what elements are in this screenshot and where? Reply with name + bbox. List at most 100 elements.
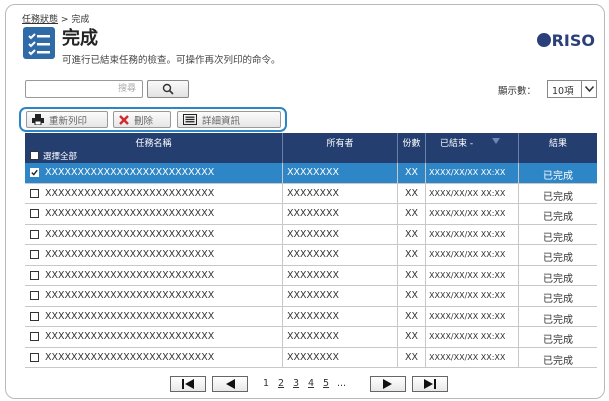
- owner-cell-text: XXXXXXXX: [287, 290, 340, 301]
- finished-cell: XXXX/XX/XX XX:XX: [426, 286, 519, 306]
- row-checkbox[interactable]: [30, 352, 39, 362]
- row-checkbox[interactable]: [30, 168, 39, 177]
- job-name-cell-text: XXXXXXXXXXXXXXXXXXXXXXXXXX: [45, 249, 215, 260]
- row-checkbox[interactable]: [30, 270, 39, 280]
- copies-cell: XX: [398, 306, 426, 326]
- job-name-cell: XXXXXXXXXXXXXXXXXXXXXXXXXX: [25, 224, 283, 244]
- table-row[interactable]: XXXXXXXXXXXXXXXXXXXXXXXXXX XXXXXXXX XX XXXX…: [25, 163, 597, 184]
- finished-cell-text: XXXX/XX/XX XX:XX: [429, 188, 506, 198]
- copies-cell: XX: [398, 163, 426, 183]
- job-name-cell: XXXXXXXXXXXXXXXXXXXXXXXXXX: [25, 183, 283, 203]
- table-row[interactable]: XXXXXXXXXXXXXXXXXXXXXXXXXX XXXXXXXX XX XXXX…: [25, 204, 597, 225]
- result-cell-text: 已完成: [543, 253, 573, 264]
- result-cell-text: 已完成: [543, 273, 573, 285]
- table-row[interactable]: XXXXXXXXXXXXXXXXXXXXXXXXXX XXXXXXXX XX XXXX…: [25, 265, 597, 286]
- owner-cell-text: XXXXXXXX: [287, 167, 340, 178]
- owner-cell: XXXXXXXX: [283, 224, 398, 244]
- page-number-link[interactable]: 3: [293, 378, 299, 389]
- last-page-icon: [424, 379, 436, 389]
- job-name-cell: XXXXXXXXXXXXXXXXXXXXXXXXXX: [25, 347, 283, 367]
- result-cell-text: 已完成: [543, 355, 573, 367]
- table-row[interactable]: XXXXXXXXXXXXXXXXXXXXXXXXXX XXXXXXXX XX XXXX…: [25, 347, 597, 368]
- next-page-button[interactable]: [370, 376, 406, 392]
- finished-cell: XXXX/XX/XX XX:XX: [426, 204, 519, 224]
- job-name-cell: XXXXXXXXXXXXXXXXXXXXXXXXXX: [25, 327, 283, 347]
- result-cell: 已完成: [519, 245, 597, 265]
- copies-cell: XX: [398, 265, 426, 285]
- result-cell-text: 已完成: [543, 232, 573, 244]
- prev-page-button[interactable]: [212, 376, 248, 392]
- header-finished-label: 已結束 -: [440, 139, 474, 149]
- result-cell: 已完成: [519, 307, 597, 327]
- row-checkbox[interactable]: [30, 250, 39, 259]
- page-title: 完成: [62, 28, 98, 49]
- header-copies[interactable]: 份數: [398, 133, 426, 163]
- owner-cell: XXXXXXXX: [283, 306, 398, 326]
- finished-cell-text: XXXX/XX/XX XX:XX: [429, 250, 506, 259]
- finished-cell-text: XXXX/XX/XX XX:XX: [429, 229, 506, 239]
- finished-cell-text: XXXX/XX/XX XX:XX: [429, 209, 506, 218]
- reprint-button[interactable]: 重新列印: [26, 111, 108, 128]
- row-checkbox[interactable]: [30, 209, 39, 218]
- finished-cell-text: XXXX/XX/XX XX:XX: [429, 332, 506, 341]
- table-row[interactable]: XXXXXXXXXXXXXXXXXXXXXXXXXX XXXXXXXX XX XXXX…: [25, 183, 597, 204]
- table-row[interactable]: XXXXXXXXXXXXXXXXXXXXXXXXXX XXXXXXXX XX XXXX…: [25, 327, 597, 348]
- breadcrumb-parent-link[interactable]: 任務狀態: [22, 15, 58, 25]
- owner-cell: XXXXXXXX: [283, 245, 398, 265]
- job-name-cell-text: XXXXXXXXXXXXXXXXXXXXXXXXXX: [45, 167, 215, 178]
- owner-cell: XXXXXXXX: [283, 265, 398, 285]
- copies-cell-text: XX: [404, 269, 419, 281]
- finished-cell: XXXX/XX/XX XX:XX: [426, 245, 519, 265]
- logo-mark-icon: [536, 33, 551, 47]
- select-all-checkbox[interactable]: [30, 151, 39, 160]
- page-number-link[interactable]: 2: [278, 378, 284, 389]
- job-name-cell: XXXXXXXXXXXXXXXXXXXXXXXXXX: [25, 245, 283, 265]
- job-name-cell: XXXXXXXXXXXXXXXXXXXXXXXXXX: [25, 265, 283, 285]
- page-number-link[interactable]: 5: [323, 378, 329, 389]
- details-button[interactable]: 詳細資訊: [177, 111, 281, 128]
- display-count-select[interactable]: 10項: [547, 80, 597, 98]
- search-button[interactable]: [147, 80, 189, 98]
- result-cell: 已完成: [519, 286, 597, 306]
- result-cell: 已完成: [519, 184, 597, 204]
- table-row[interactable]: XXXXXXXXXXXXXXXXXXXXXXXXXX XXXXXXXX XX XXXX…: [25, 224, 597, 245]
- delete-button[interactable]: 刪除: [113, 111, 171, 128]
- last-page-button[interactable]: [412, 376, 448, 392]
- row-checkbox[interactable]: [30, 291, 39, 300]
- header-result-label: 結果: [548, 139, 567, 149]
- search-input[interactable]: 搜尋: [25, 80, 143, 98]
- table-row[interactable]: XXXXXXXXXXXXXXXXXXXXXXXXXX XXXXXXXX XX XXXX…: [25, 306, 597, 327]
- finished-cell: XXXX/XX/XX XX:XX: [426, 306, 519, 326]
- page-number-link[interactable]: 4: [308, 378, 314, 389]
- result-cell: 已完成: [519, 225, 597, 245]
- row-checkbox[interactable]: [30, 332, 39, 341]
- row-checkbox[interactable]: [30, 229, 39, 239]
- finished-cell-text: XXXX/XX/XX XX:XX: [429, 291, 506, 300]
- header-result[interactable]: 結果: [519, 133, 597, 163]
- header-job-name: 任務名稱 選擇全部: [25, 133, 283, 163]
- reprint-label: 重新列印: [49, 115, 88, 127]
- finished-cell: XXXX/XX/XX XX:XX: [426, 347, 519, 367]
- job-name-cell: XXXXXXXXXXXXXXXXXXXXXXXXXX: [25, 204, 283, 224]
- job-name-cell-text: XXXXXXXXXXXXXXXXXXXXXXXXXX: [45, 269, 215, 281]
- table-row[interactable]: XXXXXXXXXXXXXXXXXXXXXXXXXX XXXXXXXX XX XXXX…: [25, 245, 597, 266]
- checkmark-icon: [31, 169, 38, 176]
- finished-cell-text: XXXX/XX/XX XX:XX: [429, 352, 506, 362]
- prev-page-icon: [226, 379, 235, 389]
- select-all-label: 選擇全部: [43, 152, 78, 162]
- first-page-button[interactable]: [170, 376, 206, 392]
- finished-cell-text: XXXX/XX/XX XX:XX: [429, 168, 506, 177]
- chevron-down-icon: [581, 81, 596, 97]
- row-checkbox[interactable]: [30, 311, 39, 321]
- owner-cell: XXXXXXXX: [283, 204, 398, 224]
- delete-x-icon: [119, 114, 129, 125]
- copies-cell-text: XX: [404, 208, 419, 219]
- owner-cell-text: XXXXXXXX: [287, 310, 340, 322]
- next-page-icon: [383, 379, 392, 389]
- header-finished[interactable]: 已結束 -: [426, 133, 519, 163]
- job-name-cell: XXXXXXXXXXXXXXXXXXXXXXXXXX: [25, 286, 283, 306]
- table-row[interactable]: XXXXXXXXXXXXXXXXXXXXXXXXXX XXXXXXXX XX XXXX…: [25, 286, 597, 307]
- copies-cell: XX: [398, 327, 426, 347]
- row-checkbox[interactable]: [30, 188, 39, 198]
- header-owner[interactable]: 所有者: [283, 133, 398, 163]
